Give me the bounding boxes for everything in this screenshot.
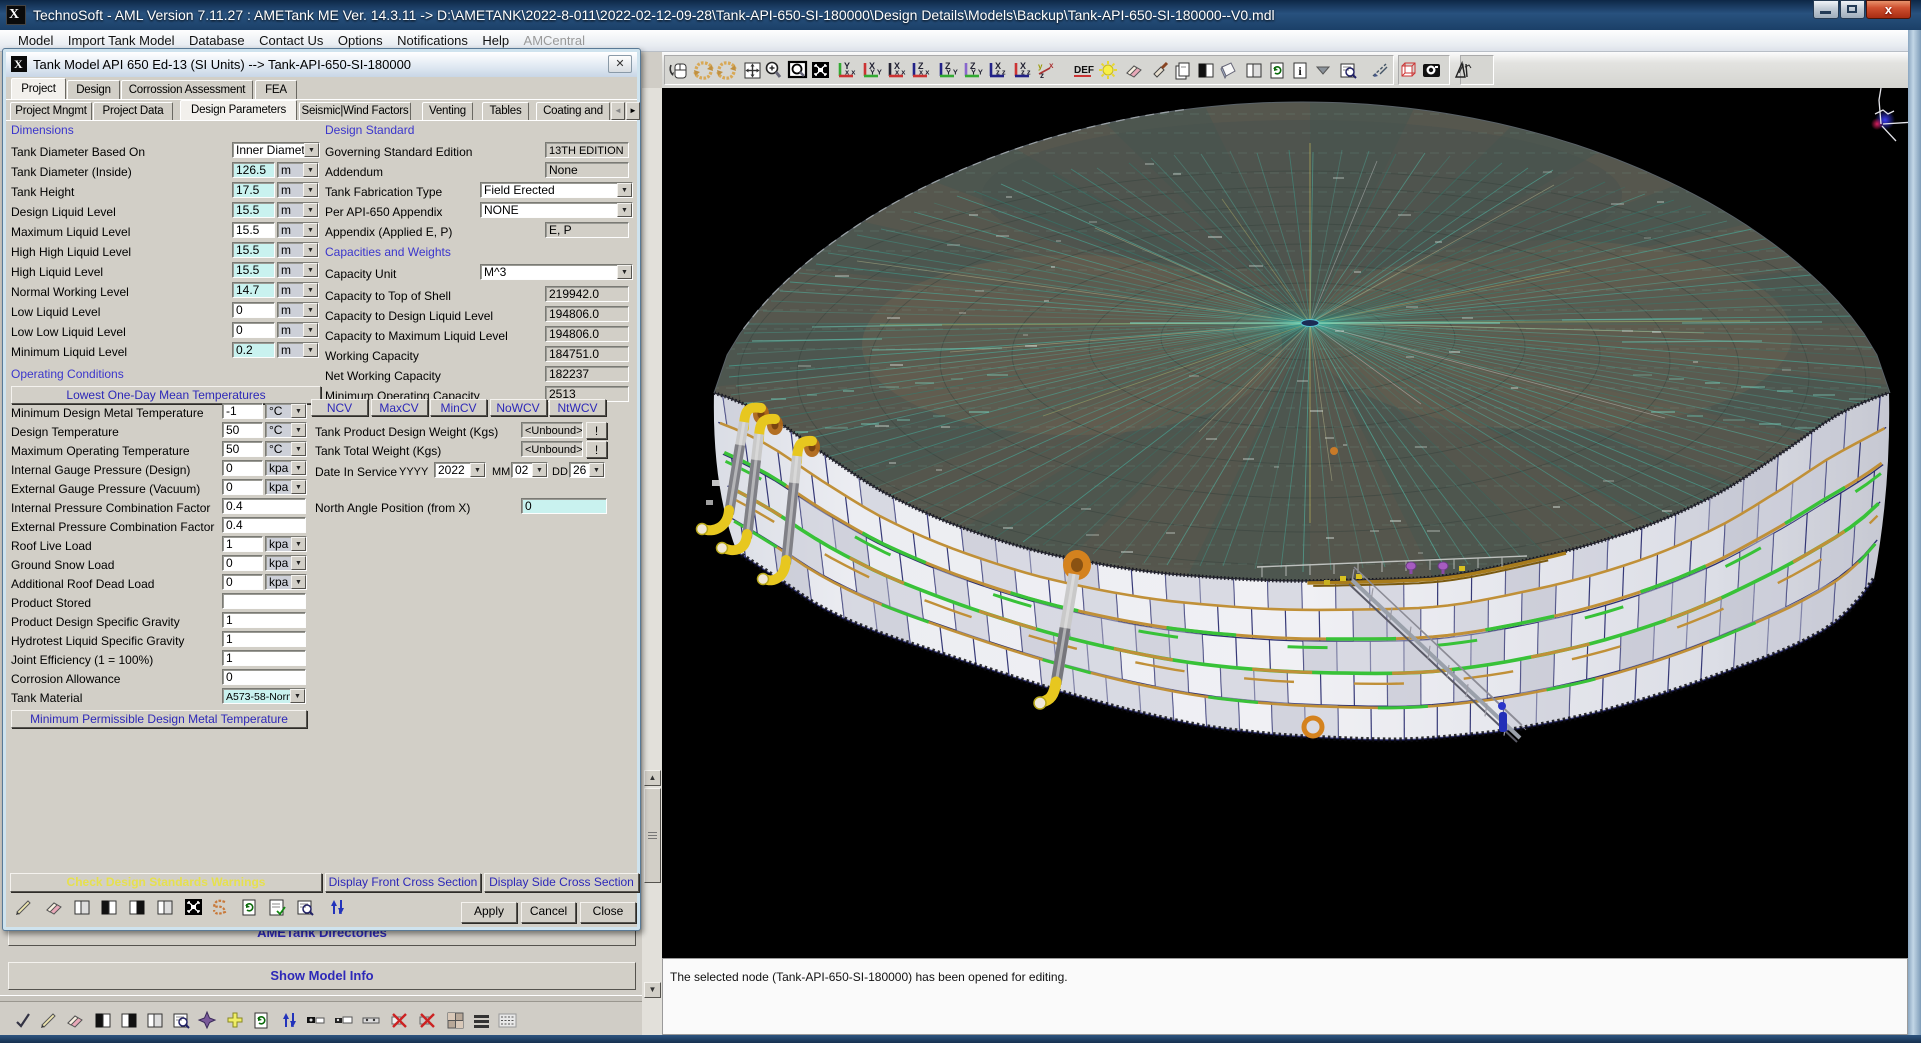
svg-text:DEF: DEF — [1074, 65, 1094, 76]
svg-text:Y Y: Y Y — [946, 68, 958, 77]
svg-text:Y Y: Y Y — [971, 68, 983, 77]
svg-text:z z: z z — [996, 68, 1006, 77]
svg-text:z z: z z — [1021, 68, 1031, 77]
svg-text:x: x — [1049, 61, 1054, 70]
svg-text:x x: x x — [895, 68, 906, 77]
svg-text:x x: x x — [919, 68, 930, 77]
svg-text:y: y — [1038, 62, 1043, 71]
svg-text:x x: x x — [845, 68, 856, 77]
svg-text:Y Y: Y Y — [870, 68, 882, 77]
